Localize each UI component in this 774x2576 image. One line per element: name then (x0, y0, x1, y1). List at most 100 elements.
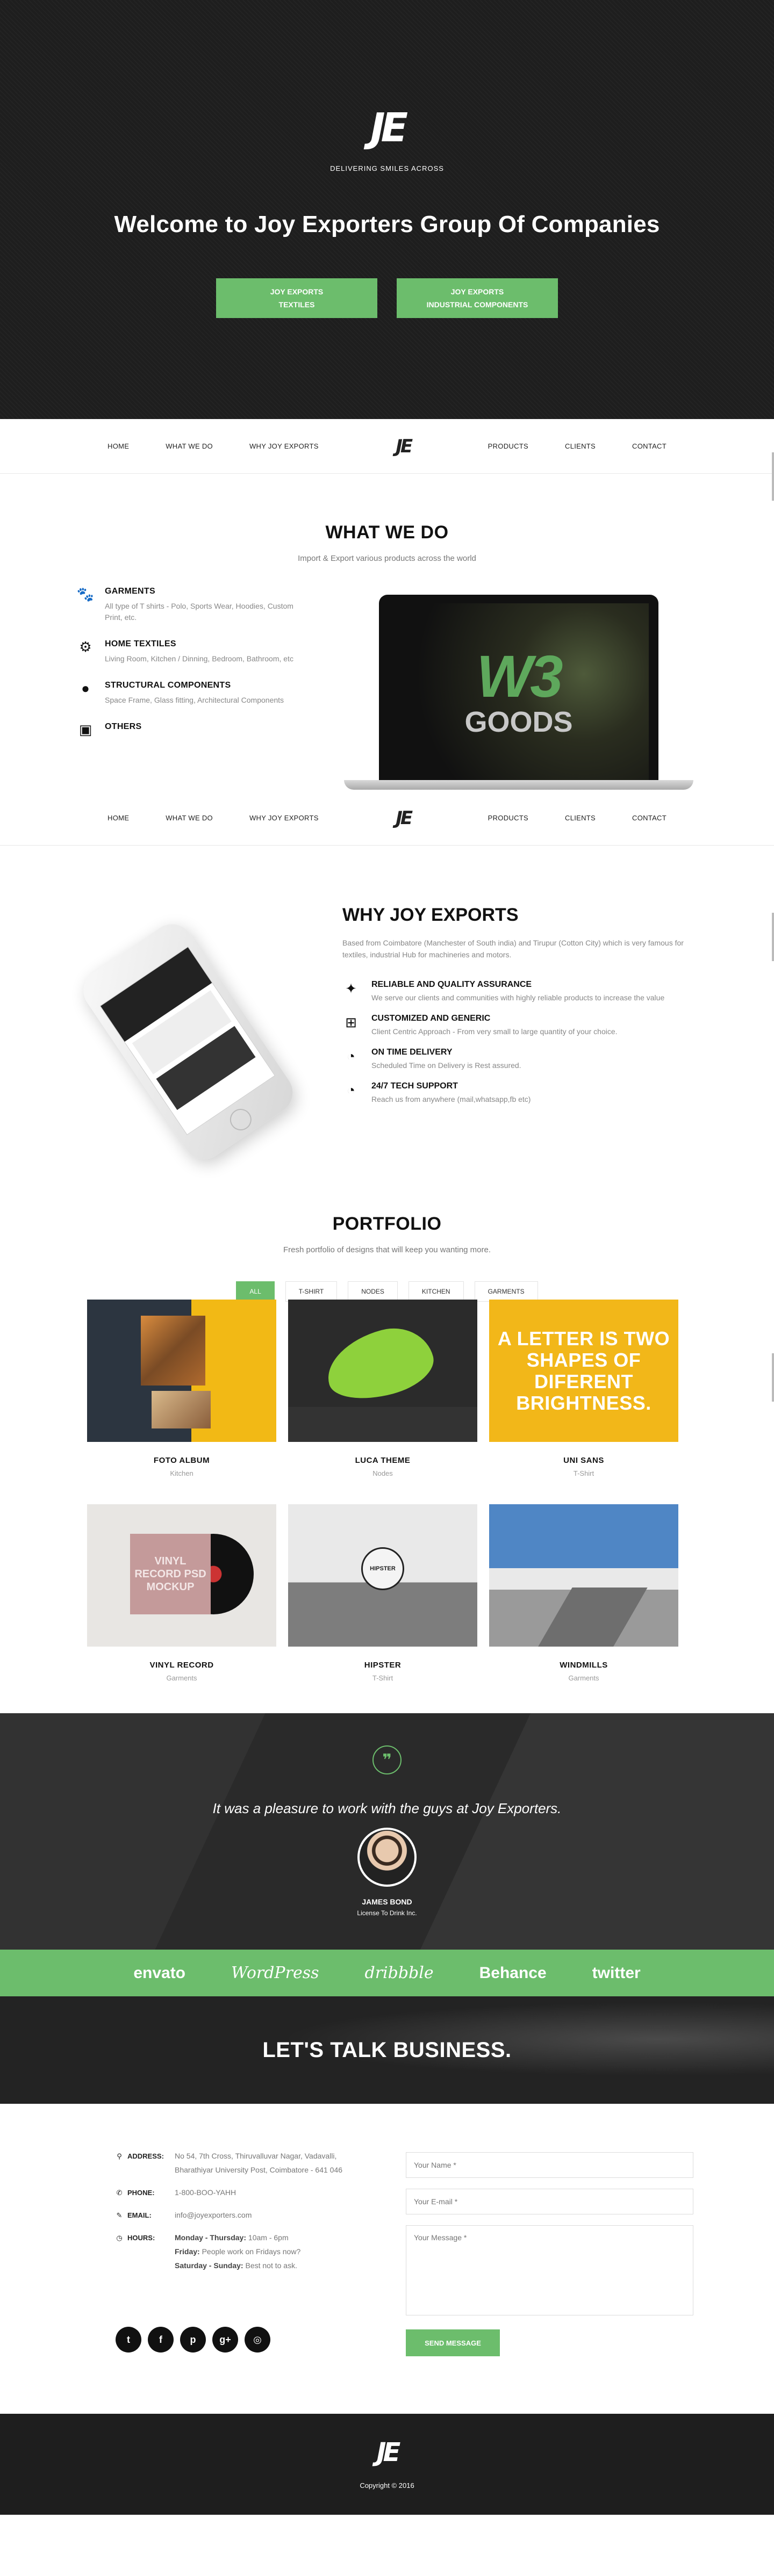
testimonial-section: ❞ It was a pleasure to work with the guy… (0, 1713, 774, 1950)
client-logo-envato[interactable]: envato (133, 1964, 185, 1982)
nav-why-joy-exports[interactable]: WHY JOY EXPORTS (249, 814, 319, 822)
nav-clients[interactable]: CLIENTS (565, 442, 596, 450)
testimonial-role: License To Drink Inc. (357, 1909, 417, 1917)
filter-nodes[interactable]: NODES (348, 1281, 398, 1302)
contact-info: ⚲ ADDRESS: No 54, 7th Cross, Thiruvalluva… (116, 2152, 368, 2284)
dashboard-icon: ◔ (347, 1081, 355, 1098)
services-list: 🐾 GARMENTS All type of T shirts - Polo, S… (76, 586, 304, 753)
clock-icon: ◷ (116, 2234, 123, 2242)
name-field[interactable] (406, 2152, 693, 2178)
footer: JE Copyright © 2016 (0, 2414, 774, 2515)
filter-t-shirt[interactable]: T-SHIRT (285, 1281, 338, 1302)
main-nav: HOME WHAT WE DO WHY JOY EXPORTS JE PRODU… (0, 419, 774, 474)
nav-products[interactable]: PRODUCTS (488, 442, 528, 450)
footer-logo[interactable]: JE (377, 2440, 401, 2465)
nav-logo[interactable]: JE (396, 809, 413, 827)
magic-wand-icon: ✦ (345, 980, 357, 997)
client-logo-twitter[interactable]: twitter (592, 1964, 641, 1982)
facebook-icon[interactable]: f (148, 2327, 174, 2353)
clients-bar: envato WordPress dribbble Behance twitte… (0, 1950, 774, 1996)
portfolio-thumbnail[interactable] (87, 1300, 276, 1442)
hero-section: JE DELIVERING SMILES ACROSS Welcome to J… (0, 0, 774, 419)
section-intro: Based from Coimbatore (Manchester of Sou… (342, 939, 684, 959)
client-logo-wordpress[interactable]: WordPress (231, 1964, 319, 1982)
list-item: 🐾 GARMENTS All type of T shirts - Polo, S… (76, 586, 293, 622)
what-we-do-section: WHAT WE DO Import & Export various produ… (0, 452, 774, 791)
scrollbar-thumb[interactable] (772, 1353, 774, 1402)
portfolio-thumbnail[interactable] (288, 1300, 477, 1442)
nav-products[interactable]: PRODUCTS (488, 814, 528, 822)
portfolio-thumbnail[interactable]: VINYL RECORD PSD MOCKUP (87, 1504, 276, 1647)
portfolio-thumbnail[interactable]: HIPSTER (288, 1504, 477, 1647)
testimonial-quote: It was a pleasure to work with the guys … (212, 1800, 562, 1816)
message-field[interactable] (406, 2225, 693, 2315)
nav-what-we-do[interactable]: WHAT WE DO (166, 442, 213, 450)
email-field[interactable] (406, 2189, 693, 2214)
portfolio-item[interactable]: VINYL RECORD PSD MOCKUP VINYL RECORD Gar… (87, 1504, 276, 1682)
hours-list: Monday - Thursday: 10am - 6pm Friday: Pe… (175, 2233, 301, 2270)
map-pin-icon: ⚲ (117, 2152, 122, 2160)
client-logo-behance[interactable]: Behance (479, 1964, 547, 1982)
laptop-screen-text: W3 (476, 643, 563, 710)
nav-what-we-do[interactable]: WHAT WE DO (166, 814, 213, 822)
copyright: Copyright © 2016 (360, 2481, 414, 2490)
twitter-icon[interactable]: t (116, 2327, 141, 2353)
portfolio-item[interactable]: A LETTER IS TWO SHAPES OF DIFERENT BRIGH… (489, 1300, 678, 1477)
nav-contact[interactable]: CONTACT (632, 442, 666, 450)
cta-section: LET'S TALK BUSINESS. (0, 1996, 774, 2104)
portfolio-thumbnail[interactable] (489, 1504, 678, 1647)
nav-why-joy-exports[interactable]: WHY JOY EXPORTS (249, 442, 319, 450)
apple-icon: ● (81, 680, 90, 696)
laptop-screen-text: GOODS (464, 705, 573, 738)
cta-title: LET'S TALK BUSINESS. (262, 2038, 512, 2062)
email-link[interactable]: info@joyexporters.com (175, 2208, 368, 2222)
list-item: ✦ RELIABLE AND QUALITY ASSURANCE We serve… (342, 980, 692, 1002)
portfolio-filters: ALL T-SHIRT NODES KITCHEN GARMENTS (0, 1281, 774, 1302)
briefcase-icon: ▣ (78, 721, 92, 738)
hero-title: Welcome to Joy Exporters Group Of Compan… (114, 211, 660, 237)
portfolio-item[interactable]: FOTO ALBUM Kitchen (87, 1300, 276, 1477)
contact-form: SEND MESSAGE (406, 2152, 693, 2356)
social-links: t f p g+ ◎ (116, 2327, 270, 2353)
address-text: No 54, 7th Cross, Thiruvalluvar Nagar, V… (175, 2152, 343, 2174)
list-item: ● STRUCTURAL COMPONENTS Space Frame, Glas… (78, 680, 304, 706)
phone-image (75, 915, 314, 1168)
contact-section: ⚲ ADDRESS: No 54, 7th Cross, Thiruvalluva… (0, 2104, 774, 2414)
filter-kitchen[interactable]: KITCHEN (408, 1281, 464, 1302)
google-plus-icon[interactable]: g+ (212, 2327, 238, 2353)
list-item: ▣ OTHERS (78, 721, 142, 738)
filter-all[interactable]: ALL (236, 1281, 275, 1302)
gear-icon: ⚙ (79, 638, 92, 655)
scrollbar-thumb[interactable] (772, 452, 774, 501)
industrial-components-button[interactable]: JOY EXPORTS INDUSTRIAL COMPONENTS (397, 278, 558, 318)
pinterest-icon[interactable]: p (180, 2327, 206, 2353)
nav-clients[interactable]: CLIENTS (565, 814, 596, 822)
brand-logo[interactable]: JE (349, 105, 425, 150)
textiles-button[interactable]: JOY EXPORTS TEXTILES (216, 278, 377, 318)
quote-icon: ❞ (372, 1745, 402, 1774)
section-title: PORTFOLIO (332, 1214, 442, 1234)
list-item: ◔ ON TIME DELIVERY Scheduled Time on Deli… (342, 1048, 692, 1070)
nav-home[interactable]: HOME (108, 814, 129, 822)
sticky-nav: HOME WHAT WE DO WHY JOY EXPORTS JE PRODU… (0, 791, 774, 846)
pencil-icon: ✎ (116, 2211, 123, 2219)
send-message-button[interactable]: SEND MESSAGE (406, 2329, 500, 2356)
filter-garments[interactable]: GARMENTS (474, 1281, 538, 1302)
portfolio-item[interactable]: LUCA THEME Nodes (288, 1300, 477, 1477)
phone-text: 1-800-BOO-YAHH (175, 2188, 236, 2197)
nav-contact[interactable]: CONTACT (632, 814, 666, 822)
gift-icon: ⊞ (345, 1014, 357, 1030)
dribbble-icon[interactable]: ◎ (245, 2327, 270, 2353)
nav-logo[interactable]: JE (396, 437, 413, 456)
list-item: ◔ 24/7 TECH SUPPORT Reach us from anywher… (342, 1081, 692, 1103)
paw-icon: 🐾 (76, 586, 95, 602)
portfolio-item[interactable]: WINDMILLS Garments (489, 1504, 678, 1682)
section-subtitle: Import & Export various products across … (298, 554, 476, 563)
portfolio-thumbnail[interactable]: A LETTER IS TWO SHAPES OF DIFERENT BRIGH… (489, 1300, 678, 1442)
portfolio-item[interactable]: HIPSTER HIPSTER T-Shirt (288, 1504, 477, 1682)
why-section: WHY JOY EXPORTS Based from Coimbatore (M… (0, 846, 774, 1176)
scrollbar-thumb[interactable] (772, 913, 774, 961)
nav-home[interactable]: HOME (108, 442, 129, 450)
client-logo-dribbble[interactable]: dribbble (365, 1964, 434, 1982)
features-list: ✦ RELIABLE AND QUALITY ASSURANCE We serve… (342, 980, 692, 1115)
